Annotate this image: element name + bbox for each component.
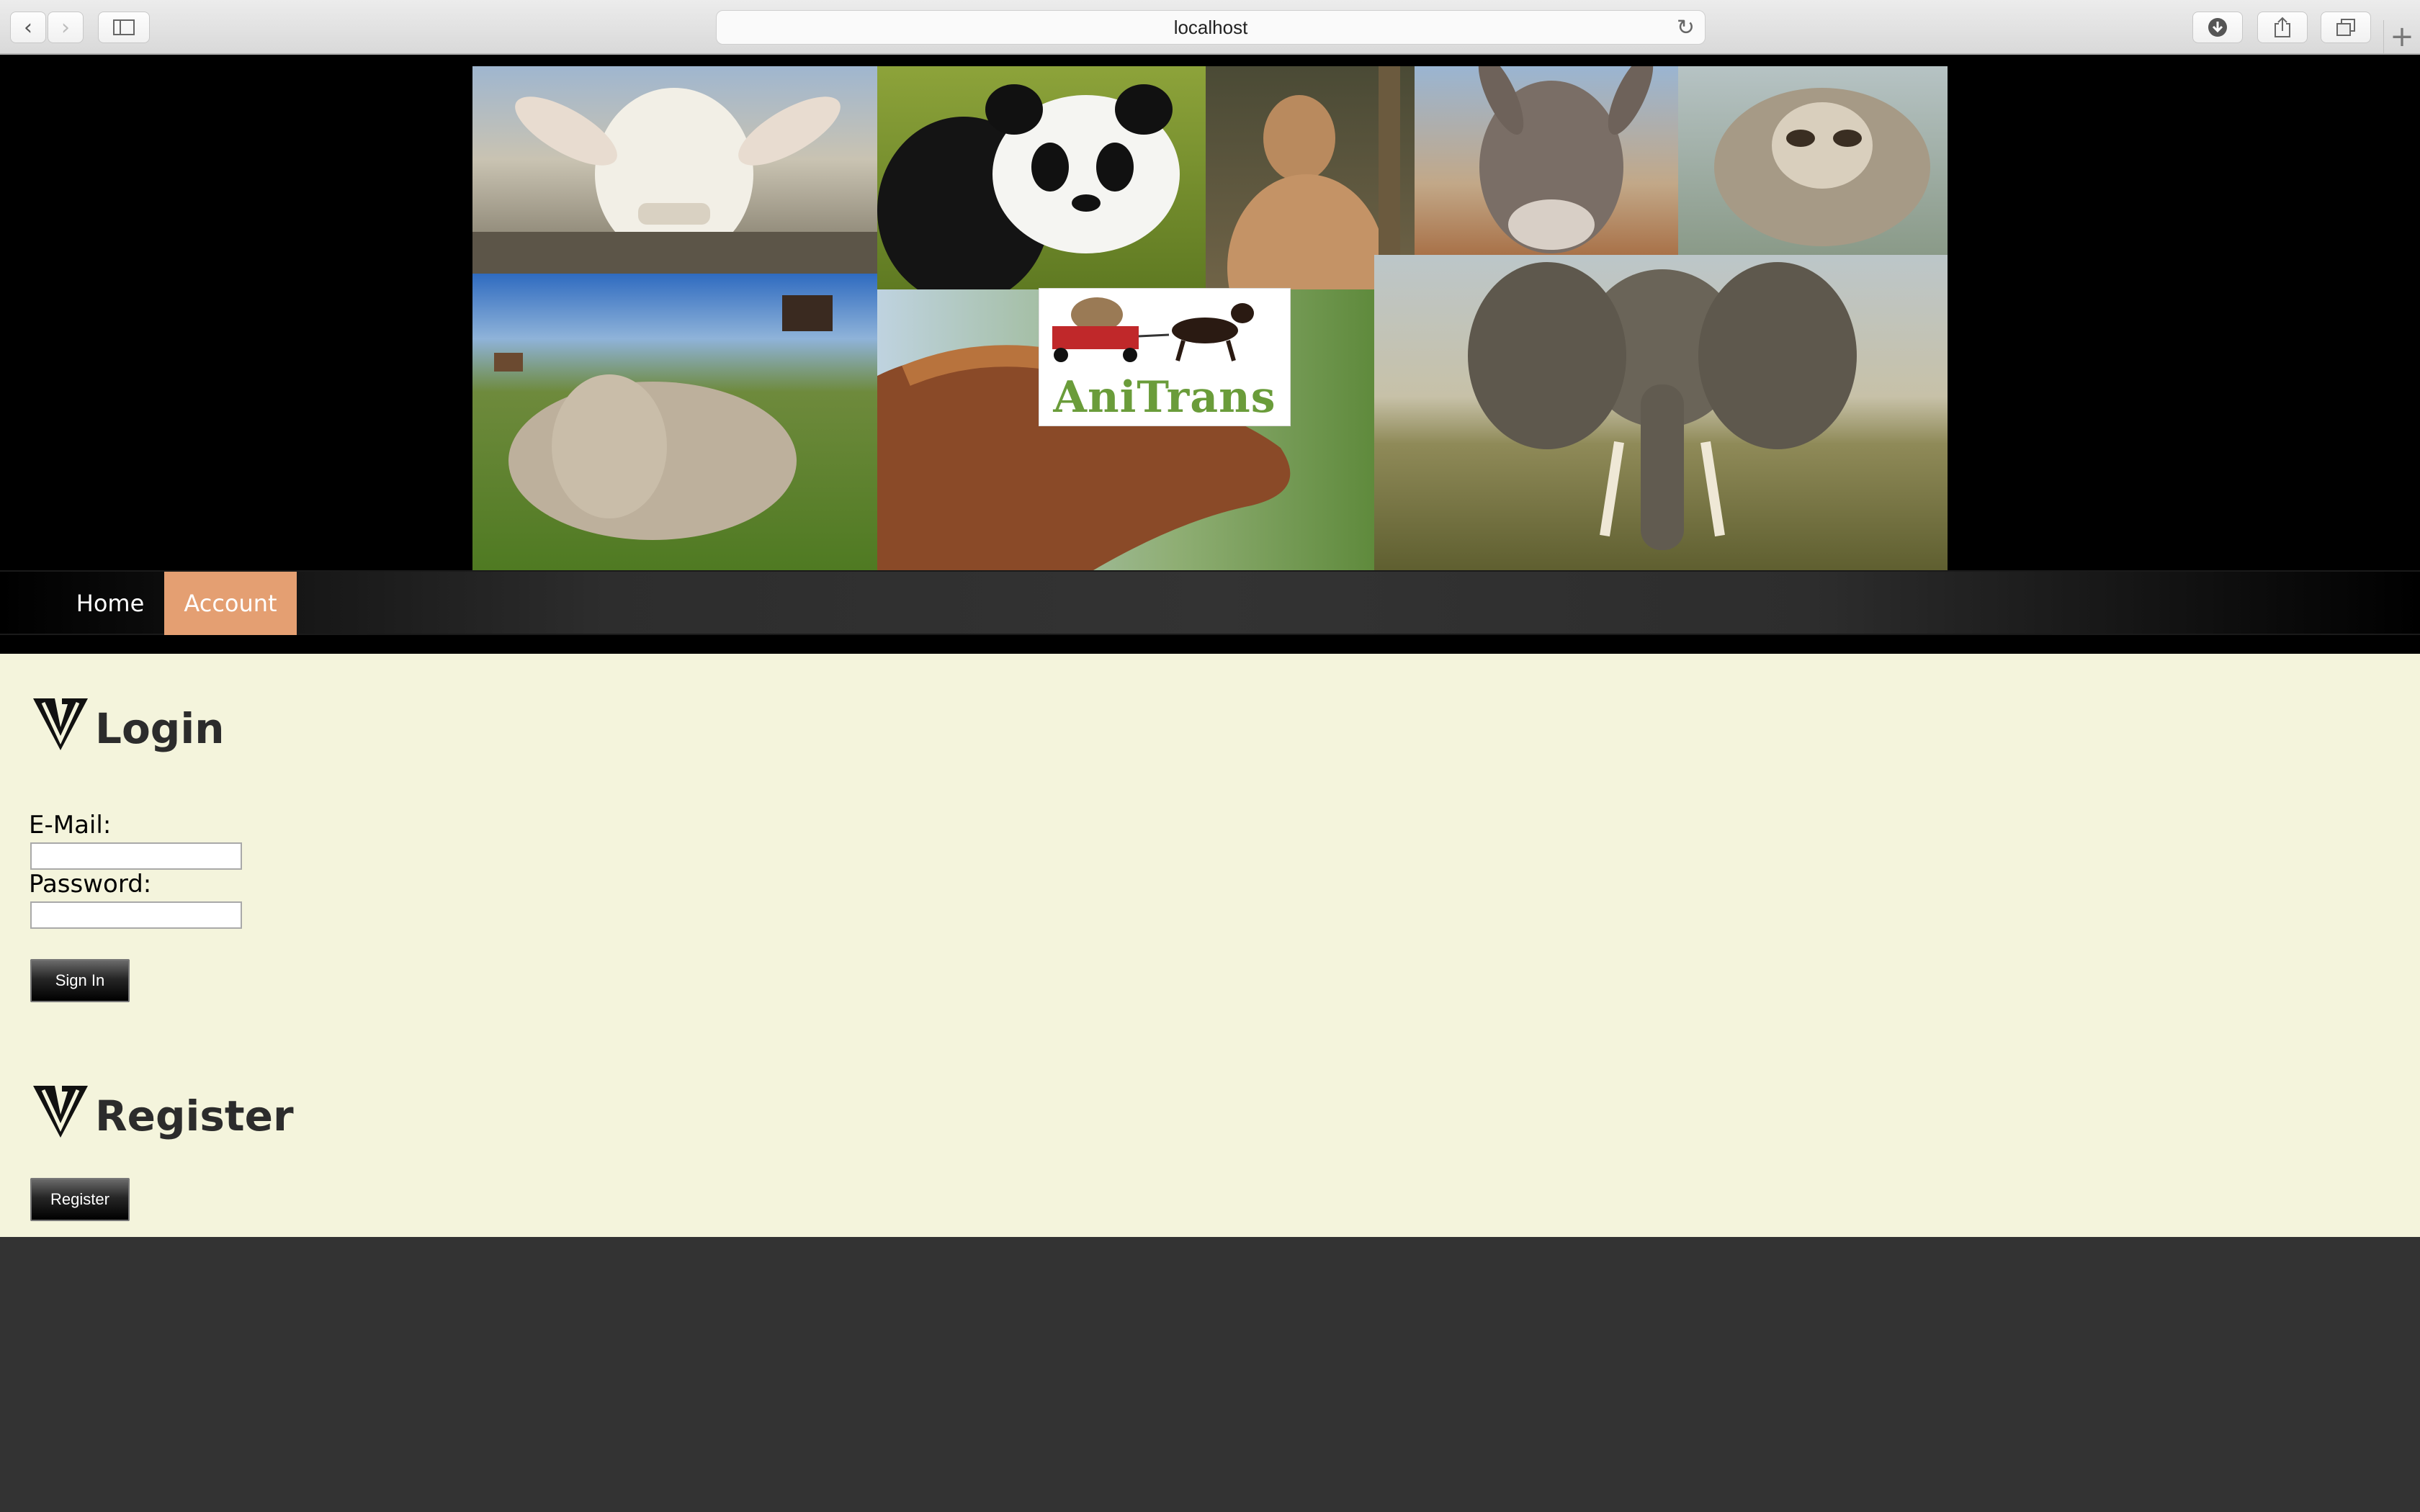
chevron-left-icon: ‹ [24, 14, 32, 40]
cow-image [472, 274, 877, 570]
sidebar-icon [113, 19, 135, 35]
nav-account[interactable]: Account [164, 572, 297, 635]
v-logo-icon [33, 1086, 88, 1138]
browser-toolbar: ‹ › localhost ↻ + [0, 0, 2420, 55]
sloth-image [1678, 66, 1948, 255]
account-content: Login E-Mail: Password: Sign In Register… [0, 654, 2420, 1237]
download-button[interactable] [2192, 12, 2243, 43]
main-navigation: Home Account [0, 570, 2420, 635]
elephant-image [1374, 255, 1948, 570]
back-button[interactable]: ‹ [10, 12, 46, 43]
tabs-overview-button[interactable] [2321, 12, 2371, 43]
address-bar[interactable]: localhost ↻ [716, 10, 1706, 45]
register-heading: Register [33, 1086, 294, 1138]
goat-image [472, 66, 877, 274]
plus-icon: + [2390, 20, 2414, 53]
nav-account-label: Account [184, 590, 277, 617]
forward-button[interactable]: › [48, 12, 84, 43]
reload-icon[interactable]: ↻ [1677, 15, 1695, 40]
password-field[interactable] [30, 901, 242, 929]
login-title: Login [95, 704, 225, 753]
animal-collage: AniTrans [472, 66, 1948, 570]
email-field[interactable] [30, 842, 242, 870]
download-icon [2208, 18, 2227, 37]
register-title: Register [95, 1092, 294, 1140]
chevron-right-icon: › [61, 14, 70, 40]
register-button[interactable]: Register [30, 1178, 130, 1221]
nav-home[interactable]: Home [65, 572, 156, 635]
site-logo[interactable]: AniTrans [1039, 288, 1291, 426]
nav-home-label: Home [76, 590, 145, 617]
logo-text: AniTrans [1053, 372, 1276, 423]
new-tab-button[interactable]: + [2383, 20, 2420, 53]
password-label: Password: [29, 870, 152, 899]
sidebar-toggle-button[interactable] [98, 12, 150, 43]
panda-image [877, 66, 1206, 289]
share-button[interactable] [2257, 12, 2308, 43]
email-label: E-Mail: [29, 811, 112, 840]
login-heading: Login [33, 698, 225, 750]
v-logo-icon [33, 698, 88, 750]
header-banner: AniTrans [0, 55, 2420, 570]
donkey-image [1415, 66, 1678, 262]
nav-divider [0, 635, 2420, 654]
share-icon [2275, 17, 2290, 37]
sign-in-button[interactable]: Sign In [30, 959, 130, 1002]
tabs-icon [2336, 19, 2355, 36]
wagon-illustration [1052, 297, 1254, 362]
url-text: localhost [1173, 16, 1248, 38]
